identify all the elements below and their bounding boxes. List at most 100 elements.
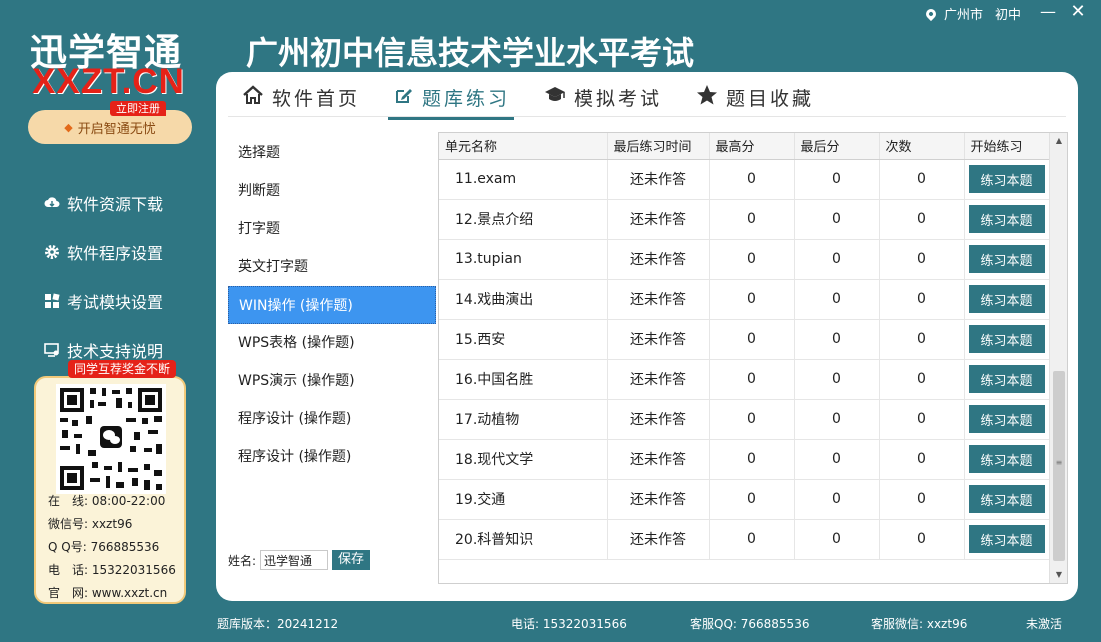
category-item-selected[interactable]: WIN操作 (操作题) — [228, 286, 436, 324]
table-row: 12.景点介绍 还未作答 0 0 0 练习本题 — [439, 199, 1050, 240]
cell-best-score: 0 — [709, 319, 795, 360]
practice-button[interactable]: 练习本题 — [968, 445, 1045, 473]
modules-icon — [44, 292, 60, 309]
column-header[interactable]: 最高分 — [709, 133, 795, 160]
cell-last-score: 0 — [794, 319, 880, 360]
location-indicator[interactable]: 广州市 初中 — [923, 4, 1021, 23]
cell-attempt-count: 0 — [879, 159, 965, 200]
tab-home[interactable]: 软件首页 — [242, 80, 360, 114]
category-item[interactable]: WPS表格 (操作题) — [228, 324, 436, 362]
scroll-thumb[interactable]: ≡ — [1053, 371, 1065, 561]
category-item[interactable]: WPS演示 (操作题) — [228, 362, 436, 400]
close-button[interactable]: ✕ — [1065, 2, 1091, 24]
cell-unit-name: 19.交通 — [439, 479, 608, 520]
column-header[interactable]: 开始练习 — [964, 133, 1050, 160]
table-row: 11.exam 还未作答 0 0 0 练习本题 — [439, 159, 1050, 200]
cell-action: 练习本题 — [964, 319, 1050, 360]
footer-activation-status[interactable]: 未激活 — [1026, 615, 1062, 632]
name-label: 姓名: — [228, 553, 257, 568]
cell-last-time: 还未作答 — [607, 399, 710, 440]
table-row: 15.西安 还未作答 0 0 0 练习本题 — [439, 319, 1050, 360]
side-item-exam-modules[interactable]: 考试模块设置 — [44, 276, 163, 325]
save-button[interactable]: 保存 — [332, 550, 371, 570]
table-scrollbar[interactable]: ▲ ≡ ▼ — [1049, 133, 1067, 583]
status-footer: 题库版本：20241212 电话: 15322031566 客服QQ: 7668… — [0, 612, 1101, 634]
category-item[interactable]: 判断题 — [228, 172, 436, 210]
column-header[interactable]: 次数 — [879, 133, 965, 160]
table-row: 18.现代文学 还未作答 0 0 0 练习本题 — [439, 439, 1050, 480]
table-row: 17.动植物 还未作答 0 0 0 练习本题 — [439, 399, 1050, 440]
practice-button[interactable]: 练习本题 — [968, 525, 1045, 553]
practice-button[interactable]: 练习本题 — [968, 165, 1045, 193]
cell-action: 练习本题 — [964, 239, 1050, 280]
tab-question-bank[interactable]: 题库练习 — [388, 80, 515, 120]
scroll-down-arrow-icon[interactable]: ▼ — [1050, 567, 1067, 583]
tab-favorites[interactable]: 题目收藏 — [696, 80, 814, 114]
practice-button[interactable]: 练习本题 — [968, 365, 1045, 393]
tab-label: 模拟考试 — [574, 87, 663, 110]
tab-label: 题目收藏 — [726, 87, 815, 110]
side-item-label: 考试模块设置 — [67, 292, 164, 312]
cell-action: 练习本题 — [964, 519, 1050, 560]
table-row: 16.中国名胜 还未作答 0 0 0 练习本题 — [439, 359, 1050, 400]
cell-attempt-count: 0 — [879, 439, 965, 480]
cell-last-time: 还未作答 — [607, 519, 710, 560]
name-input[interactable] — [260, 550, 329, 570]
cell-unit-name: 18.现代文学 — [439, 439, 608, 480]
contact-info: 在 线: 08:00-22:00 微信号: xxzt96 Q Q号: 76688… — [48, 490, 176, 605]
cell-last-time: 还未作答 — [607, 279, 710, 320]
cell-attempt-count: 0 — [879, 319, 965, 360]
footer-qq: 客服QQ: 766885536 — [690, 617, 810, 631]
practice-button[interactable]: 练习本题 — [968, 285, 1045, 313]
category-item[interactable]: 选择题 — [228, 134, 436, 172]
practice-button[interactable]: 练习本题 — [968, 245, 1045, 273]
cell-best-score: 0 — [709, 159, 795, 200]
gear-icon — [44, 244, 60, 260]
cell-attempt-count: 0 — [879, 359, 965, 400]
side-item-label: 软件资源下载 — [67, 194, 164, 214]
main-panel: 软件首页 题库练习 模拟考试 题目收藏 选择题 判断题 打字题 英文打字题 WI… — [216, 72, 1078, 601]
practice-button[interactable]: 练习本题 — [968, 405, 1045, 433]
tab-mock-exam[interactable]: 模拟考试 — [544, 80, 662, 114]
register-badge[interactable]: 立即注册 — [110, 101, 166, 116]
column-header[interactable]: 单元名称 — [439, 133, 608, 160]
cell-action: 练习本题 — [964, 279, 1050, 320]
scroll-up-arrow-icon[interactable]: ▲ — [1050, 133, 1067, 149]
cell-unit-name: 14.戏曲演出 — [439, 279, 608, 320]
practice-button[interactable]: 练习本题 — [968, 485, 1045, 513]
cell-action: 练习本题 — [964, 359, 1050, 400]
tab-label: 软件首页 — [272, 87, 361, 110]
star-icon — [696, 84, 718, 111]
map-pin-icon — [923, 6, 939, 21]
wechat-qr-code — [56, 384, 166, 494]
practice-button[interactable]: 练习本题 — [968, 325, 1045, 353]
contact-website[interactable]: 官 网: www.xxzt.cn — [48, 582, 176, 605]
cell-last-time: 还未作答 — [607, 439, 710, 480]
cell-last-score: 0 — [794, 159, 880, 200]
side-item-resource-download[interactable]: 软件资源下载 — [44, 178, 163, 227]
unit-table: 单元名称 最后练习时间 最高分 最后分 次数 开始练习 11.exam 还未作答 0… — [438, 132, 1068, 584]
category-item[interactable]: 英文打字题 — [228, 248, 436, 286]
cell-best-score: 0 — [709, 279, 795, 320]
tab-bar: 软件首页 题库练习 模拟考试 题目收藏 — [242, 80, 814, 120]
category-item[interactable]: 程序设计 (操作题) — [228, 438, 436, 476]
cell-last-score: 0 — [794, 439, 880, 480]
cell-last-score: 0 — [794, 279, 880, 320]
cell-last-time: 还未作答 — [607, 239, 710, 280]
cell-action: 练习本题 — [964, 399, 1050, 440]
practice-button[interactable]: 练习本题 — [968, 205, 1045, 233]
cloud-download-icon — [44, 195, 60, 211]
minimize-button[interactable]: — — [1035, 2, 1061, 24]
contact-qq: Q Q号: 766885536 — [48, 540, 160, 554]
cell-unit-name: 13.tupian — [439, 239, 608, 280]
category-item[interactable]: 程序设计 (操作题) — [228, 400, 436, 438]
side-item-program-settings[interactable]: 软件程序设置 — [44, 227, 163, 276]
tab-divider — [228, 116, 1066, 117]
grade-label: 初中 — [994, 8, 1021, 23]
column-header[interactable]: 最后练习时间 — [607, 133, 710, 160]
table-row: 20.科普知识 还未作答 0 0 0 练习本题 — [439, 519, 1050, 560]
category-item[interactable]: 打字题 — [228, 210, 436, 248]
column-header[interactable]: 最后分 — [794, 133, 880, 160]
cell-last-score: 0 — [794, 399, 880, 440]
cell-unit-name: 11.exam — [439, 159, 608, 200]
